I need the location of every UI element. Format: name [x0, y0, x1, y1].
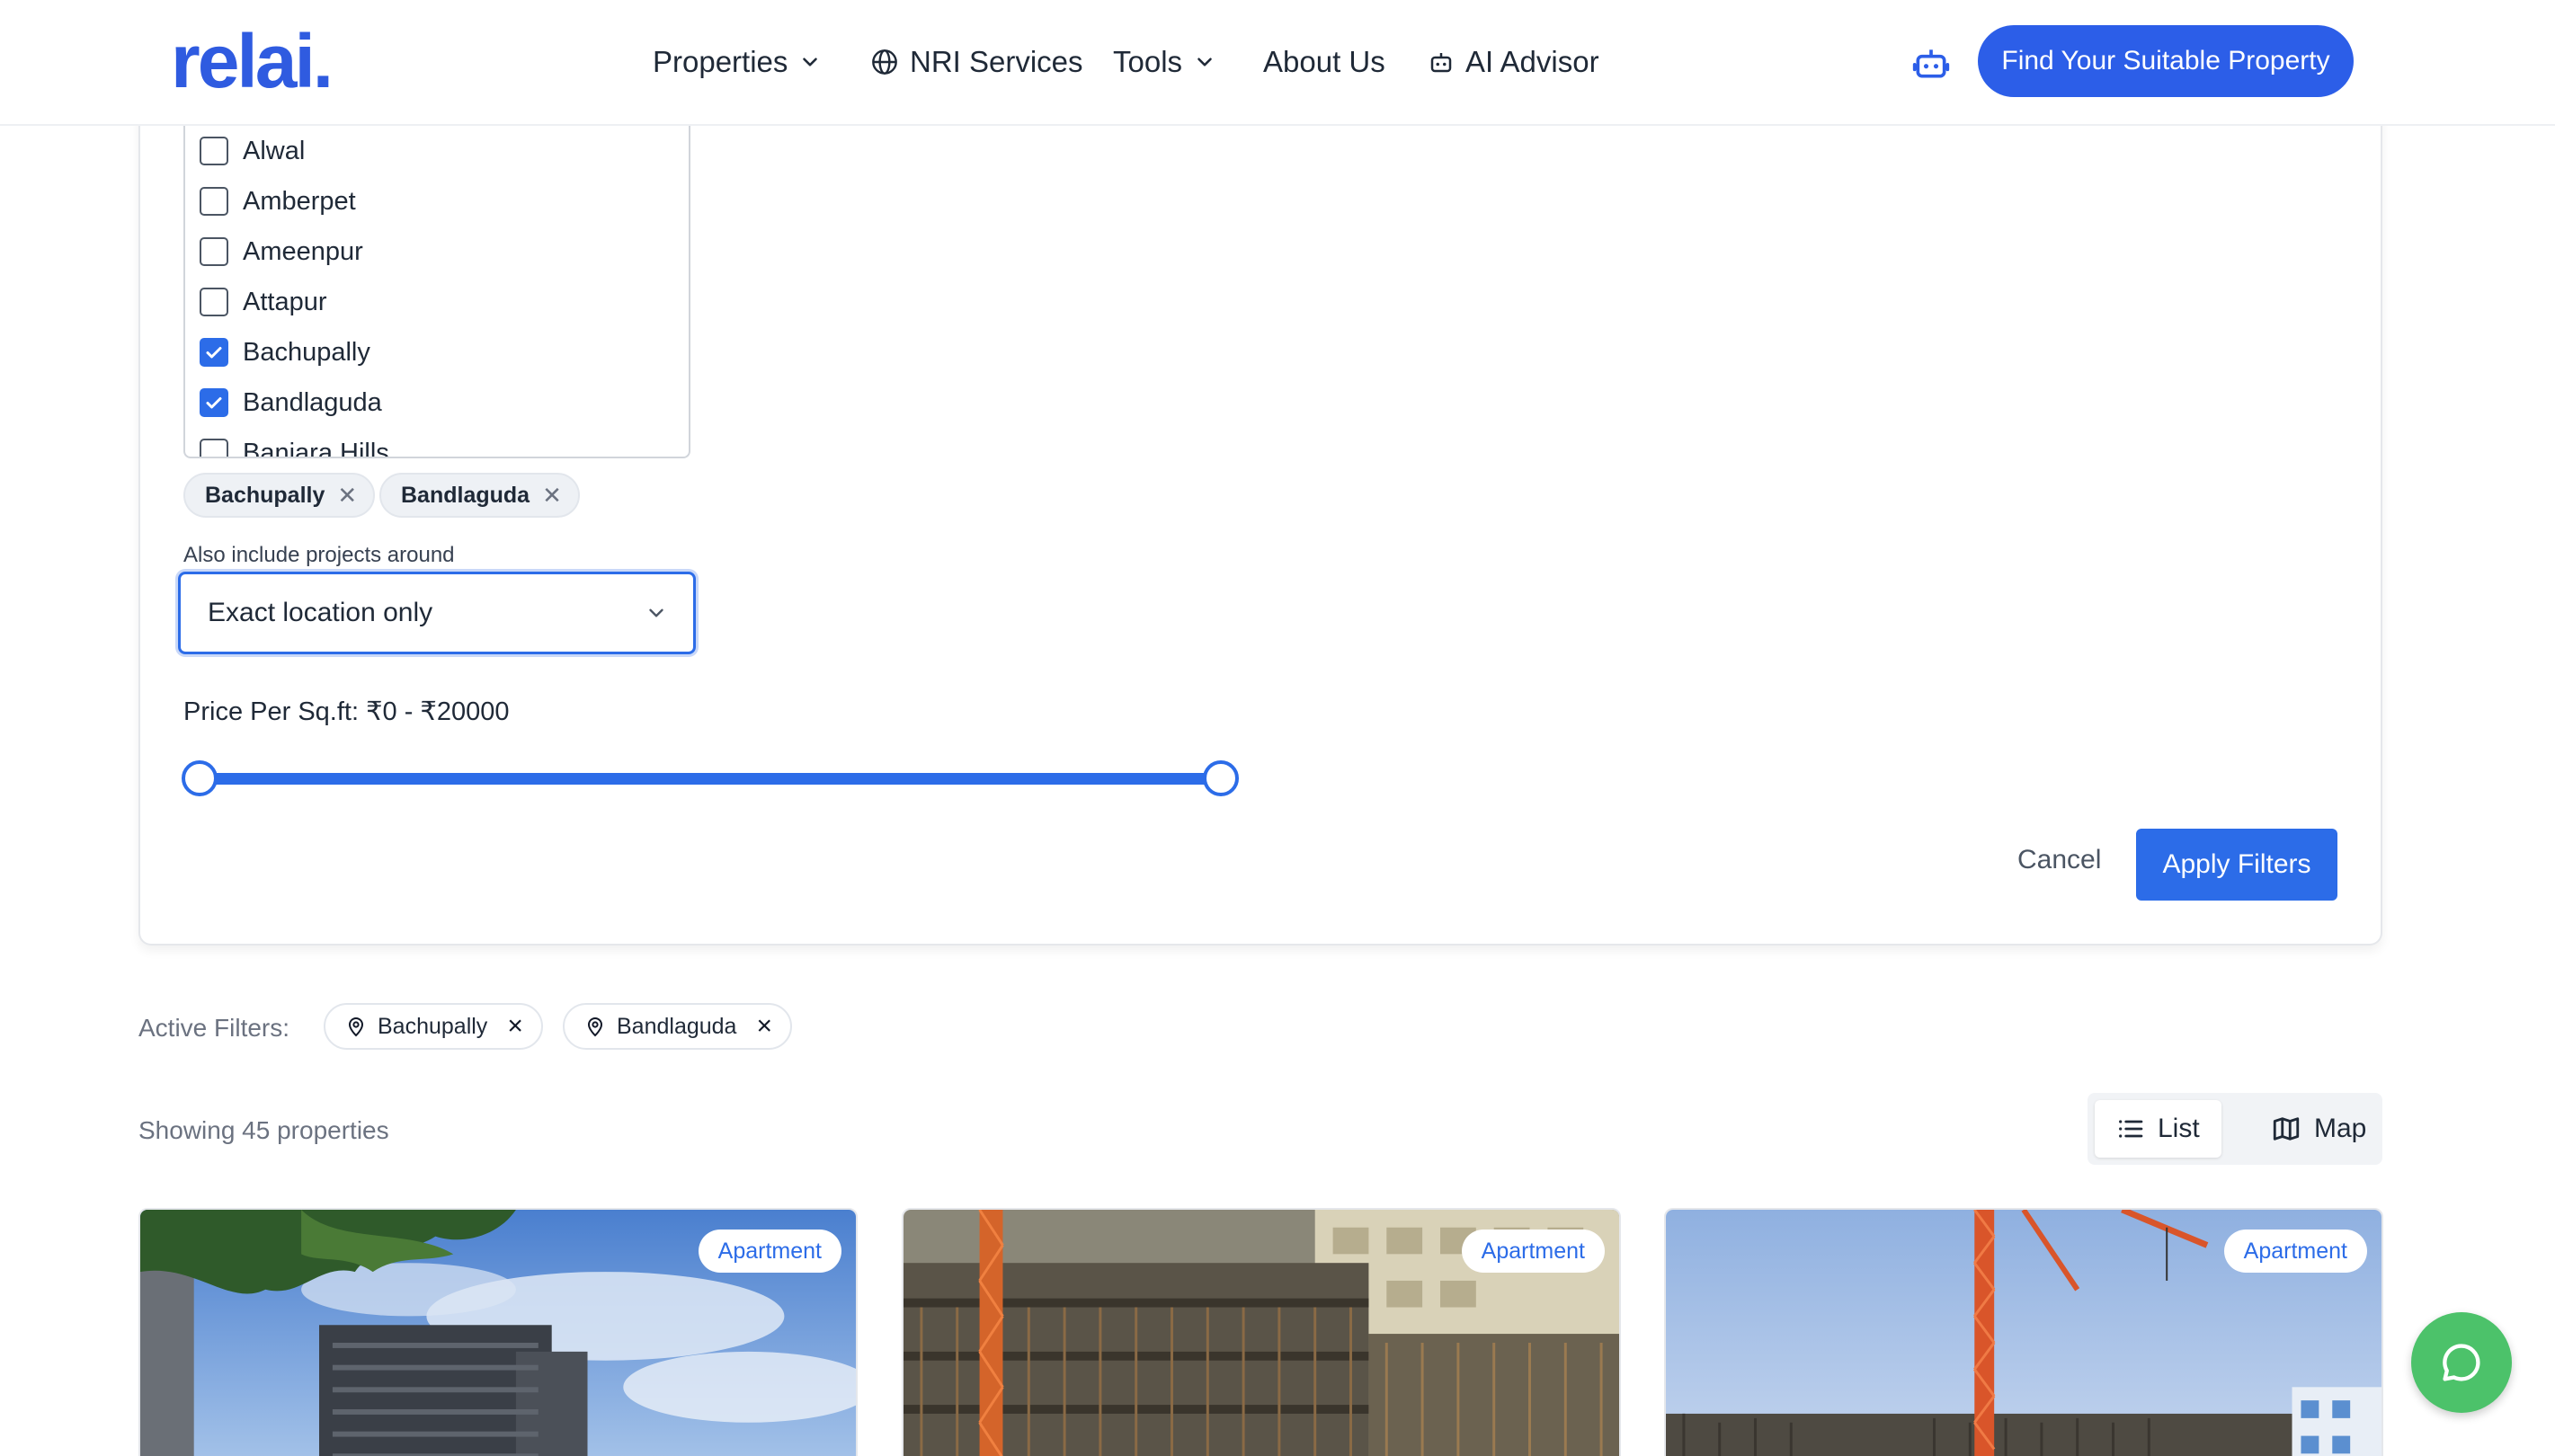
close-icon[interactable]: ×	[507, 1011, 523, 1042]
list-view-label: List	[2158, 1114, 2200, 1143]
map-pin-icon	[587, 1017, 603, 1037]
close-icon[interactable]: ✕	[337, 482, 357, 510]
relai-logo[interactable]: relai.	[171, 18, 334, 104]
active-filter-pill: Bachupally ×	[324, 1003, 543, 1050]
list-icon	[2119, 1120, 2143, 1138]
price-range-label: Price Per Sq.ft: ₹0 - ₹20000	[183, 697, 510, 726]
location-checkbox-list[interactable]: Alwal Amberpet Ameenpur Attapur Bachupal…	[183, 115, 690, 458]
checkbox-checked[interactable]	[200, 388, 228, 417]
price-slider-fill	[200, 773, 1221, 785]
robot-icon	[1912, 49, 1950, 78]
checkbox[interactable]	[200, 187, 228, 216]
price-slider-track[interactable]	[200, 773, 1221, 785]
chevron-down-icon	[803, 58, 818, 67]
active-filter-label: Bandlaguda	[617, 1013, 737, 1039]
property-type-tag: Apartment	[2223, 1230, 2367, 1273]
location-option-label: Attapur	[243, 287, 327, 316]
price-slider-min-handle[interactable]	[182, 760, 218, 796]
location-option[interactable]: Banjara Hills	[200, 435, 389, 458]
close-icon[interactable]: ✕	[542, 482, 562, 510]
selected-location-chip: Bachupally ✕	[183, 473, 376, 518]
find-property-button[interactable]: Find Your Suitable Property	[1978, 25, 2354, 97]
chatbot-button[interactable]	[1911, 43, 1951, 83]
location-option[interactable]: Amberpet	[200, 183, 356, 219]
location-option-label: Amberpet	[243, 186, 356, 216]
location-option-label: Bandlaguda	[243, 387, 382, 417]
around-radius-value: Exact location only	[208, 598, 433, 627]
chat-fab-button[interactable]	[2411, 1312, 2512, 1413]
location-option-label: Alwal	[243, 136, 306, 165]
active-filter-pill: Bandlaguda ×	[563, 1003, 792, 1050]
close-icon[interactable]: ×	[756, 1011, 772, 1042]
map-icon	[2273, 1117, 2300, 1141]
results-count: Showing 45 properties	[138, 1116, 389, 1144]
nav-tools-label: Tools	[1113, 45, 1183, 78]
property-type-tag: Apartment	[1461, 1230, 1605, 1273]
around-radius-select[interactable]: Exact location only	[178, 572, 696, 654]
map-view-button[interactable]: Map	[2249, 1100, 2388, 1158]
globe-icon	[872, 49, 897, 75]
location-option-label: Bachupally	[243, 337, 370, 367]
active-filter-label: Bachupally	[378, 1013, 488, 1039]
selected-location-chip: Bandlaguda ✕	[379, 473, 580, 518]
checkmark-icon	[206, 347, 222, 359]
location-option[interactable]: Alwal	[200, 133, 305, 169]
location-option[interactable]: Attapur	[200, 284, 327, 320]
nav-properties[interactable]: Properties	[653, 40, 822, 84]
nav-properties-label: Properties	[653, 45, 788, 78]
nav-ai-advisor-label: AI Advisor	[1465, 45, 1599, 78]
active-filters-label: Active Filters:	[138, 1014, 290, 1042]
property-card[interactable]: Apartment	[902, 1208, 1621, 1456]
checkbox[interactable]	[200, 439, 228, 457]
chip-label: Bandlaguda	[401, 482, 530, 508]
checkbox[interactable]	[200, 137, 228, 165]
map-pin-icon	[348, 1017, 364, 1037]
nav-ai-advisor[interactable]: AI Advisor	[1428, 40, 1599, 84]
list-view-button[interactable]: List	[2095, 1100, 2221, 1158]
location-option-label: Banjara Hills	[243, 438, 389, 458]
chat-bubble-icon	[2443, 1344, 2480, 1381]
checkbox[interactable]	[200, 237, 228, 266]
cancel-button[interactable]: Cancel	[2017, 845, 2101, 875]
view-toggle: List Map	[2088, 1093, 2382, 1165]
property-card[interactable]: Apartment	[1664, 1208, 2383, 1456]
location-option-label: Ameenpur	[243, 236, 363, 266]
location-option[interactable]: Bandlaguda	[200, 385, 382, 421]
nav-nri-services[interactable]: NRI Services	[870, 40, 1083, 84]
nav-nri-services-label: NRI Services	[910, 45, 1083, 78]
property-card[interactable]: Apartment	[138, 1208, 858, 1456]
checkbox-checked[interactable]	[200, 338, 228, 367]
chevron-down-icon	[649, 608, 663, 617]
nav-about-us-label: About Us	[1263, 45, 1385, 78]
checkmark-icon	[206, 397, 222, 409]
map-view-label: Map	[2314, 1114, 2367, 1143]
chevron-down-icon	[1197, 58, 1212, 67]
robot-icon	[1430, 53, 1452, 73]
apply-filters-button[interactable]: Apply Filters	[2136, 829, 2337, 901]
chip-label: Bachupally	[205, 482, 325, 508]
around-label: Also include projects around	[183, 543, 455, 567]
location-option[interactable]: Bachupally	[200, 334, 370, 370]
property-type-tag: Apartment	[698, 1230, 841, 1273]
nav-tools[interactable]: Tools	[1113, 40, 1216, 84]
price-slider-max-handle[interactable]	[1203, 760, 1239, 796]
top-navbar: relai. Properties NRI Services Tools Abo…	[0, 0, 2555, 126]
checkbox[interactable]	[200, 288, 228, 316]
nav-about-us[interactable]: About Us	[1263, 40, 1385, 84]
location-option[interactable]: Ameenpur	[200, 234, 363, 270]
